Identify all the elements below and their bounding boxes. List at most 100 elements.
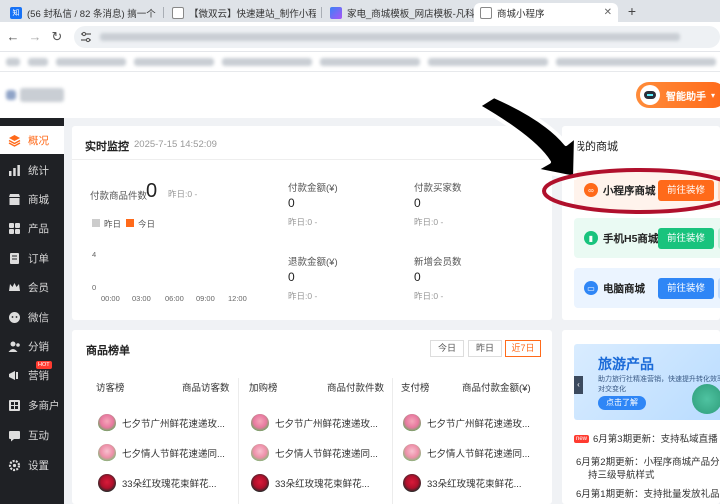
promo-subtitle-2: 对交变化: [598, 386, 626, 393]
column-metric: 商品付款金额(¥): [462, 383, 531, 394]
zhihu-icon: 知: [10, 6, 22, 19]
ai-assistant-label: 智能助手: [666, 91, 706, 103]
tab-yesterday[interactable]: 昨日: [468, 340, 502, 357]
tab-last-7-days[interactable]: 近7日: [505, 340, 541, 357]
list-item[interactable]: 33朵红玫瑰花束鲜花...: [251, 474, 370, 492]
product-thumbnail: [251, 414, 269, 432]
bookmark-redacted[interactable]: [222, 58, 312, 66]
sidebar-item-order[interactable]: 订单: [0, 244, 64, 272]
stat-value: 0: [414, 270, 421, 284]
app-header: 智能助手 ▾: [0, 72, 720, 118]
stat-label: 退款金额(¥): [288, 257, 338, 268]
sidebar-item-label: 营销: [28, 369, 49, 382]
decorate-button[interactable]: 前往装修: [658, 180, 714, 201]
site-settings-icon[interactable]: [80, 31, 92, 43]
chevron-left-icon[interactable]: ‹: [574, 376, 583, 394]
shop-card-h5: ▮ 手机H5商城 前往装修: [574, 218, 720, 258]
bookmark-redacted[interactable]: [428, 58, 548, 66]
close-icon[interactable]: ✕: [604, 7, 612, 18]
tab-label: 商城小程序: [497, 8, 545, 20]
stat-value: 0: [288, 196, 295, 210]
sidebar-item-marketing[interactable]: 营销 HOT: [0, 361, 64, 389]
y-tick: 4: [92, 250, 97, 259]
ai-assistant-button[interactable]: 智能助手 ▾: [636, 82, 720, 108]
product-thumbnail: [403, 414, 421, 432]
sidebar-item-member[interactable]: 会员: [0, 273, 64, 301]
stat-yesterday: 昨日:0 -: [288, 291, 318, 301]
news-item-continued[interactable]: 持三级导航样式: [588, 469, 655, 482]
bookmark-redacted[interactable]: [320, 58, 420, 66]
decorate-button[interactable]: 前往装修: [658, 228, 714, 249]
marketing-icon: [7, 368, 21, 382]
list-item[interactable]: 七夕节广州鲜花速递玫...: [251, 414, 378, 432]
list-item[interactable]: 七夕情人节鲜花速递同...: [251, 444, 378, 462]
x-tick: 00:00: [101, 294, 120, 303]
sidebar-item-store[interactable]: 商城: [0, 185, 64, 213]
list-item[interactable]: 33朵红玫瑰花束鲜花...: [98, 474, 217, 492]
product-name: 七夕节广州鲜花速递玫...: [427, 419, 530, 430]
link-icon: ∞: [584, 183, 598, 197]
stat-value: 0: [146, 180, 158, 202]
robot-icon: [640, 85, 660, 105]
bookmark-redacted[interactable]: [556, 58, 716, 66]
list-item[interactable]: 七夕节广州鲜花速递玫...: [403, 414, 530, 432]
product-name: 33朵红玫瑰花束鲜花...: [427, 479, 522, 490]
statistics-icon: [7, 163, 21, 177]
product-thumbnail: [403, 474, 421, 492]
address-bar-row: ← → ↻: [0, 22, 720, 52]
list-item[interactable]: 七夕节广州鲜花速递玫...: [98, 414, 225, 432]
tab-today[interactable]: 今日: [430, 340, 464, 357]
shop-name: 小程序商城: [603, 184, 656, 197]
bookmark-redacted[interactable]: [56, 58, 126, 66]
sidebar-item-statistics[interactable]: 统计: [0, 156, 64, 184]
promo-banner[interactable]: ‹ 旅游产品 助力旅行社精准营销，快速提升转化效率 对交变化 点击了解: [574, 344, 720, 420]
sidebar-item-distribution[interactable]: 分销: [0, 332, 64, 360]
tab-separator: [321, 7, 322, 18]
sidebar: 概况 统计 商城 产品 订单 会员 微信 分销 营销 HOT 多商户 互动 设置: [0, 118, 64, 504]
sidebar-item-label: 会员: [28, 281, 49, 294]
stat-label: 付款金额(¥): [288, 183, 338, 194]
browser-tab[interactable]: 【微双云】快速建站_制作小程: [166, 3, 316, 22]
browser-tab[interactable]: 家电_商城模板_网店模板-凡科: [324, 3, 476, 22]
bookmark-redacted[interactable]: [134, 58, 214, 66]
shop-name: 电脑商城: [603, 282, 645, 295]
news-item[interactable]: 6月第1期更新：支持批量发放礼品: [576, 488, 720, 501]
x-tick: 12:00: [228, 294, 247, 303]
list-item[interactable]: 七夕情人节鲜花速递同...: [403, 444, 530, 462]
promo-subtitle: 助力旅行社精准营销，快速提升转化效率: [598, 376, 720, 383]
url-text-redacted: [100, 33, 680, 41]
news-item[interactable]: 6月第3期更新：支持私域直播: [593, 433, 718, 446]
legend-yesterday: 昨日: [104, 219, 122, 229]
browser-tab[interactable]: 知 (56 封私信 / 82 条消息) 搞一个: [4, 3, 156, 22]
panel-title: 商品榜单: [86, 345, 130, 357]
sidebar-item-wechat[interactable]: 微信: [0, 303, 64, 331]
account-name-redacted: [20, 88, 64, 102]
sidebar-item-interaction[interactable]: 互动: [0, 421, 64, 449]
product-icon: [7, 221, 21, 235]
sidebar-item-multi-merchant[interactable]: 多商户: [0, 391, 64, 419]
shop-card-miniprogram: ∞ 小程序商城 前往装修: [574, 170, 720, 210]
shop-name: 手机H5商城: [603, 232, 659, 245]
sidebar-item-product[interactable]: 产品: [0, 214, 64, 242]
list-item[interactable]: 七夕情人节鲜花速递同...: [98, 444, 225, 462]
news-item[interactable]: 6月第2期更新：小程序商城产品分: [576, 456, 720, 469]
bookmark-redacted[interactable]: [28, 58, 48, 66]
column-metric: 商品访客数: [182, 383, 230, 394]
bookmark-redacted[interactable]: [6, 58, 20, 66]
forward-icon[interactable]: →: [28, 30, 42, 44]
back-icon[interactable]: ←: [6, 30, 20, 44]
list-item[interactable]: 33朵红玫瑰花束鲜花...: [403, 474, 522, 492]
sidebar-item-label: 统计: [28, 164, 49, 177]
new-tab-button[interactable]: +: [624, 3, 640, 19]
learn-more-button[interactable]: 点击了解: [598, 396, 646, 410]
sidebar-item-label: 微信: [28, 311, 49, 324]
sidebar-item-overview[interactable]: 概况: [0, 126, 64, 154]
sidebar-item-label: 分销: [28, 340, 49, 353]
column-metric: 商品付款件数: [327, 383, 385, 394]
tab-label: (56 封私信 / 82 条消息) 搞一个: [27, 8, 156, 20]
sidebar-item-settings[interactable]: 设置: [0, 451, 64, 479]
browser-tab-active[interactable]: 商城小程序 ✕: [474, 3, 618, 22]
decorate-button[interactable]: 前往装修: [658, 278, 714, 299]
url-input[interactable]: [74, 26, 720, 48]
reload-icon[interactable]: ↻: [50, 30, 64, 44]
